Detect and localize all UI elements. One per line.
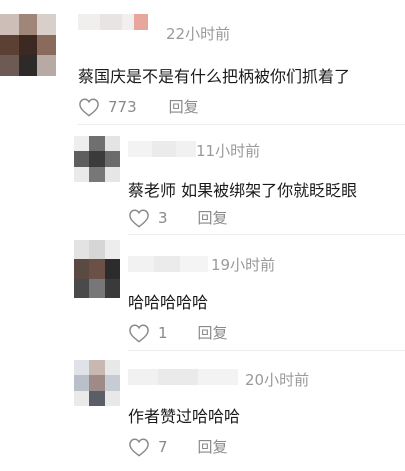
comment-actions: 773 回复 — [78, 96, 199, 117]
heart-outline-icon — [129, 438, 149, 457]
username-blurred[interactable] — [128, 256, 208, 272]
heart-outline-icon — [129, 324, 149, 343]
comment-text: 蔡国庆是不是有什么把柄被你们抓着了 — [78, 67, 351, 86]
reply-button[interactable]: 回复 — [198, 207, 228, 228]
reply-button[interactable]: 回复 — [169, 96, 199, 117]
like-count: 773 — [108, 97, 137, 116]
divider — [78, 124, 405, 125]
avatar[interactable] — [0, 14, 56, 76]
avatar[interactable] — [74, 136, 120, 182]
like-count: 3 — [158, 208, 168, 227]
username-blurred[interactable] — [78, 14, 148, 30]
avatar[interactable] — [74, 360, 120, 406]
comment-time: 20小时前 — [245, 371, 310, 389]
username-blurred[interactable] — [128, 141, 196, 157]
like-count: 1 — [158, 323, 168, 342]
heart-outline-icon — [129, 209, 149, 228]
divider — [128, 234, 405, 235]
like-button[interactable]: 7 — [128, 437, 168, 457]
heart-outline-icon — [79, 98, 99, 117]
like-button[interactable]: 1 — [128, 323, 168, 343]
username-blurred[interactable] — [128, 369, 238, 385]
comment-time: 19小时前 — [211, 256, 276, 274]
like-button[interactable]: 773 — [78, 97, 137, 117]
comment-actions: 7 回复 — [128, 436, 228, 457]
comment-text: 哈哈哈哈哈 — [128, 293, 209, 312]
like-count: 7 — [158, 437, 168, 456]
comment-text: 蔡老师 如果被绑架了你就眨眨眼 — [128, 181, 358, 200]
comment-actions: 1 回复 — [128, 322, 228, 343]
divider — [128, 350, 405, 351]
reply-button[interactable]: 回复 — [198, 436, 228, 457]
like-button[interactable]: 3 — [128, 208, 168, 228]
avatar[interactable] — [74, 240, 120, 298]
comment-time: 11小时前 — [196, 142, 261, 160]
reply-button[interactable]: 回复 — [198, 322, 228, 343]
comment-text: 作者赞过哈哈哈 — [128, 407, 241, 426]
comment-time: 22小时前 — [166, 25, 231, 43]
comment-actions: 3 回复 — [128, 207, 228, 228]
